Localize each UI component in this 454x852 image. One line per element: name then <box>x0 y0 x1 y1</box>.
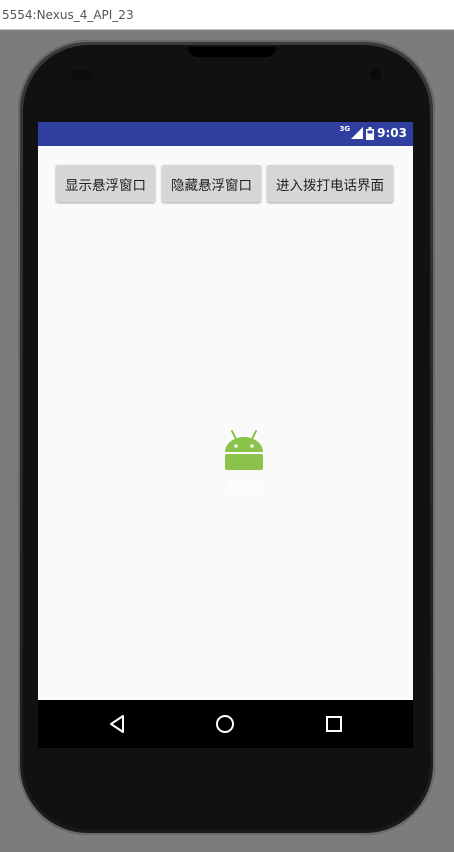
button-row: 显示悬浮窗口 隐藏悬浮窗口 进入拨打电话界面 <box>56 165 396 203</box>
open-dialer-button[interactable]: 进入拨打电话界面 <box>267 165 393 202</box>
sensor-icon <box>71 70 93 80</box>
network-type: 3G <box>339 125 351 133</box>
show-float-window-button[interactable]: 显示悬浮窗口 <box>56 165 155 202</box>
home-icon[interactable] <box>213 712 237 736</box>
android-icon <box>225 430 263 470</box>
status-icons: 3G 9:03 <box>339 125 407 140</box>
floating-window[interactable]: 悬浮窗 <box>222 428 266 498</box>
speaker-grille <box>188 47 276 57</box>
emulator-title-bar: 5554:Nexus_4_API_23 <box>0 0 454 30</box>
status-time: 9:03 <box>377 126 407 140</box>
status-bar: 3G 9:03 <box>38 122 413 146</box>
navigation-bar <box>38 700 413 748</box>
front-camera-icon <box>369 67 383 81</box>
signal-icon <box>351 127 364 139</box>
battery-icon <box>366 126 375 140</box>
hide-float-window-button[interactable]: 隐藏悬浮窗口 <box>162 165 261 202</box>
emulator-title: 5554:Nexus_4_API_23 <box>2 8 134 22</box>
device-screen: 3G 9:03 显示悬浮窗口 隐藏悬浮窗口 进入拨打电话界面 悬浮窗 <box>38 122 413 748</box>
recents-icon[interactable] <box>322 712 346 736</box>
floating-window-label: 悬浮窗 <box>227 480 261 493</box>
back-icon[interactable] <box>105 712 129 736</box>
